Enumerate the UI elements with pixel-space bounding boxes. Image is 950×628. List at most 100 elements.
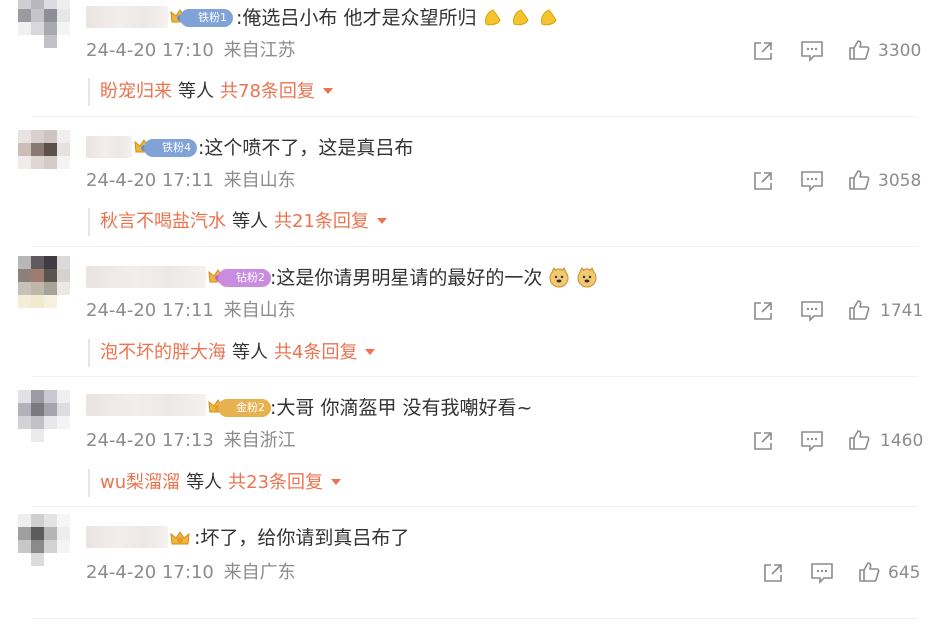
username[interactable] <box>86 266 206 288</box>
divider <box>32 246 918 247</box>
reply-user[interactable]: 盼宠归来 <box>100 81 172 102</box>
comment-text: :大哥 你滴盔甲 没有我嘲好看~ <box>270 397 533 419</box>
avatar[interactable] <box>18 390 70 442</box>
avatar[interactable] <box>18 256 70 308</box>
share-button[interactable] <box>752 170 774 192</box>
share-icon <box>764 564 782 582</box>
chevron-down-icon[interactable] <box>365 349 376 355</box>
share-button[interactable] <box>752 40 774 62</box>
username[interactable] <box>86 6 168 28</box>
like-button[interactable] <box>858 561 880 583</box>
username[interactable] <box>86 136 132 158</box>
share-button[interactable] <box>752 300 774 322</box>
comment-button[interactable] <box>800 40 824 62</box>
thumb-up-icon <box>849 40 870 60</box>
clapping-icon <box>485 9 502 26</box>
thumb-up-icon <box>849 430 870 450</box>
reply-etc: 等人 <box>186 472 223 493</box>
like-button[interactable] <box>848 299 870 321</box>
like-count: 3300 <box>878 41 922 61</box>
reply-count[interactable]: 共21条回复 <box>274 211 369 232</box>
reply-count[interactable]: 共78条回复 <box>220 81 315 102</box>
reply-count[interactable]: 共4条回复 <box>274 342 357 363</box>
comment-icon <box>811 563 833 584</box>
clapping-icon <box>541 9 558 26</box>
chevron-down-icon[interactable] <box>331 479 342 485</box>
fan-badge: 铁粉1 <box>180 9 233 27</box>
reply-summary[interactable]: wu梨溜溜 等人 共23条回复 <box>88 469 342 497</box>
username[interactable] <box>86 394 206 416</box>
comment-time: 24-4-20 17:11 <box>86 170 214 191</box>
comment-meta: 24-4-20 17:10 来自广东 <box>86 562 296 584</box>
comment-icon <box>801 171 823 192</box>
like-count: 1741 <box>880 301 924 321</box>
reply-etc: 等人 <box>232 211 268 232</box>
comment-meta: 24-4-20 17:10 来自江苏 <box>86 40 296 62</box>
crown-icon <box>170 531 190 545</box>
divider <box>32 376 918 377</box>
reply-etc: 等人 <box>178 81 214 102</box>
comment-text: :俺选吕小布 他才是众望所归 <box>236 6 560 30</box>
comment-time: 24-4-20 17:10 <box>86 562 214 583</box>
comment-time: 24-4-20 17:13 <box>86 430 214 451</box>
comment-meta: 24-4-20 17:11 来自山东 <box>86 170 296 192</box>
comment-icon <box>801 431 823 452</box>
divider <box>32 506 918 507</box>
reply-etc: 等人 <box>232 342 268 363</box>
clapping-icon <box>513 9 530 26</box>
reply-user[interactable]: 秋言不喝盐汽水 <box>100 211 226 232</box>
doge-icon <box>549 267 569 288</box>
doge-icon <box>577 267 597 288</box>
avatar[interactable] <box>18 130 70 182</box>
avatar[interactable] <box>18 0 70 48</box>
thumb-up-icon <box>859 562 880 582</box>
comment-location: 来自江苏 <box>223 40 296 61</box>
like-count: 3058 <box>878 171 922 191</box>
chevron-down-icon[interactable] <box>322 88 333 94</box>
share-icon <box>754 432 772 450</box>
divider <box>32 116 918 117</box>
comment-text-body: :俺选吕小布 他才是众望所归 <box>236 7 477 29</box>
like-button[interactable] <box>848 39 870 61</box>
comment-meta: 24-4-20 17:13 来自浙江 <box>86 430 296 452</box>
comment-text: :坏了，给你请到真吕布了 <box>194 527 410 549</box>
reply-count[interactable]: 共23条回复 <box>228 472 323 493</box>
fan-badge: 金粉2 <box>218 399 271 417</box>
divider <box>32 618 918 619</box>
username[interactable] <box>86 526 168 548</box>
comment-text-body: :这是你请男明星请的最好的一次 <box>270 267 543 289</box>
like-button[interactable] <box>848 429 870 451</box>
share-icon <box>754 172 772 190</box>
chevron-down-icon[interactable] <box>376 218 387 224</box>
comment-button[interactable] <box>800 300 824 322</box>
comment-location: 来自广东 <box>223 562 296 583</box>
share-button[interactable] <box>752 430 774 452</box>
comment-time: 24-4-20 17:10 <box>86 40 214 61</box>
share-button[interactable] <box>762 562 784 584</box>
share-icon <box>754 42 772 60</box>
comment-location: 来自山东 <box>223 300 296 321</box>
comment-time: 24-4-20 17:11 <box>86 300 214 321</box>
comment-button[interactable] <box>800 170 824 192</box>
fan-badge: 钻粉2 <box>218 269 271 287</box>
share-icon <box>754 302 772 320</box>
thumb-up-icon <box>849 300 870 320</box>
reply-summary[interactable]: 秋言不喝盐汽水 等人 共21条回复 <box>88 208 387 236</box>
fan-badge: 铁粉4 <box>144 139 197 157</box>
comment-icon <box>801 41 823 62</box>
reply-user[interactable]: wu梨溜溜 <box>100 472 180 493</box>
reply-summary[interactable]: 盼宠归来 等人 共78条回复 <box>88 78 333 106</box>
reply-summary[interactable]: 泡不坏的胖大海 等人 共4条回复 <box>88 339 376 367</box>
like-count: 1460 <box>880 431 924 451</box>
comment-location: 来自浙江 <box>223 430 296 451</box>
reply-user[interactable]: 泡不坏的胖大海 <box>100 342 226 363</box>
avatar[interactable] <box>18 514 70 566</box>
comment-icon <box>801 301 823 322</box>
thumb-up-icon <box>849 170 870 190</box>
comment-button[interactable] <box>800 430 824 452</box>
comment-button[interactable] <box>810 562 834 584</box>
like-count: 645 <box>888 563 921 583</box>
like-button[interactable] <box>848 169 870 191</box>
comment-text: :这个喷不了，这是真吕布 <box>198 137 414 159</box>
comment-meta: 24-4-20 17:11 来自山东 <box>86 300 296 322</box>
